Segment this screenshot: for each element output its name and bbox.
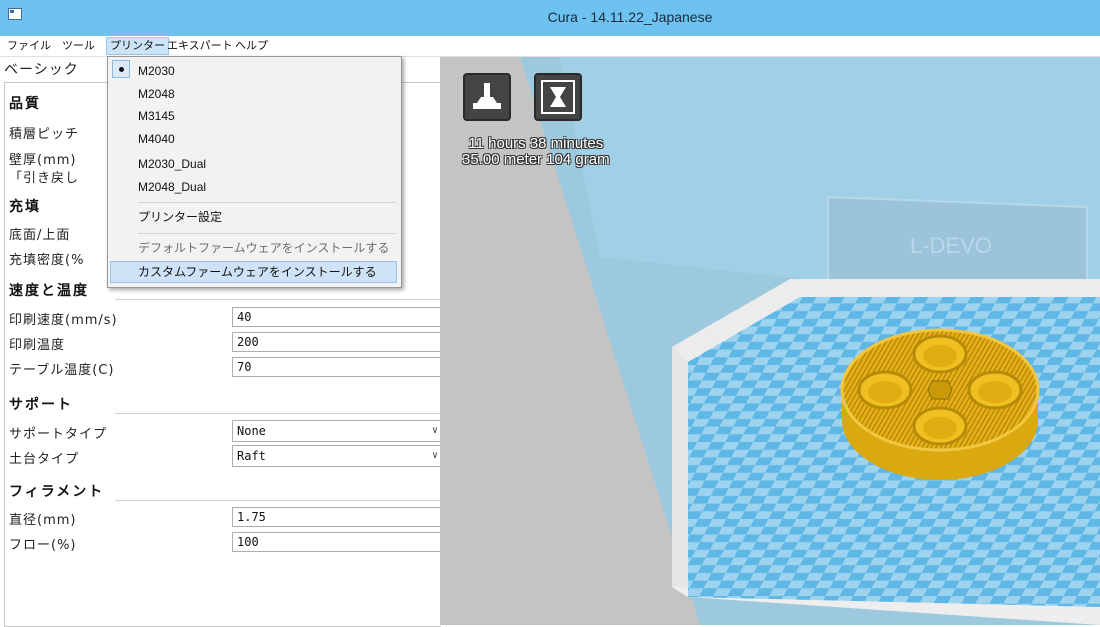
load-model-button[interactable] xyxy=(463,73,511,121)
section-support-title: サポート xyxy=(9,397,73,413)
print-material: 35.00 meter 104 gram xyxy=(462,151,610,168)
title-bar: Cura - 14.11.22_Japanese xyxy=(0,0,1100,36)
hourglass-icon xyxy=(541,80,575,114)
shell-thickness-label: 壁厚(mm) xyxy=(9,153,77,168)
back-wall-text: L-DEVO xyxy=(910,233,992,258)
menu-item-m2030[interactable]: M2030 xyxy=(138,60,175,82)
section-divider xyxy=(115,500,445,501)
menu-item-m2048-dual[interactable]: M2048_Dual xyxy=(138,176,206,198)
print-temp-label: 印刷温度 xyxy=(9,338,66,353)
diameter-input[interactable]: 1.75 xyxy=(232,507,445,527)
menu-item-m3145[interactable]: M3145 xyxy=(138,105,175,127)
3d-viewport[interactable]: L-DEVO 11 hours 38 minutes 35.00 meter 1… xyxy=(440,57,1100,625)
section-quality-title: 品質 xyxy=(9,96,41,112)
menu-item-m2030-dual[interactable]: M2030_Dual xyxy=(138,153,206,175)
section-filament-title: フィラメント xyxy=(9,484,105,500)
menu-help[interactable]: ヘルプ xyxy=(232,38,271,54)
fill-density-label: 充填密度(% xyxy=(9,253,85,268)
platform-adhesion-label: 土台タイプ xyxy=(9,452,80,467)
chevron-down-icon: ∨ xyxy=(431,450,438,461)
diameter-label: 直径(mm) xyxy=(9,513,77,528)
tab-basic[interactable]: ベーシック xyxy=(4,59,104,81)
menu-item-install-custom-firmware[interactable]: カスタムファームウェアをインストールする xyxy=(138,261,377,283)
print-time: 11 hours 38 minutes xyxy=(468,135,604,152)
menu-separator xyxy=(138,233,396,234)
menu-item-m2048[interactable]: M2048 xyxy=(138,83,175,105)
support-type-label: サポートタイプ xyxy=(9,427,108,442)
view-mode-button[interactable] xyxy=(534,73,582,121)
support-type-value: None xyxy=(237,424,266,438)
bed-temp-input[interactable]: 70 xyxy=(232,357,445,377)
retraction-label: 「引き戻し xyxy=(9,171,80,186)
section-speed-title: 速度と温度 xyxy=(9,283,89,299)
platform-adhesion-select[interactable]: Raft ∨ xyxy=(232,445,445,467)
menu-file[interactable]: ファイル xyxy=(4,38,54,54)
bed-temp-label: テーブル温度(C) xyxy=(9,363,115,378)
print-stats: 11 hours 38 minutes 35.00 meter 104 gram xyxy=(462,136,610,168)
platform-adhesion-value: Raft xyxy=(237,449,266,463)
print-temp-input[interactable]: 200 xyxy=(232,332,445,352)
menu-expert[interactable]: エキスパート xyxy=(164,38,236,54)
section-divider xyxy=(115,413,445,414)
menu-tools[interactable]: ツール xyxy=(59,38,98,54)
selected-radio-icon xyxy=(112,60,130,78)
layer-height-label: 積層ピッチ xyxy=(9,127,80,142)
chevron-down-icon: ∨ xyxy=(431,425,438,436)
bottom-top-thickness-label: 底面/上面 xyxy=(9,228,71,243)
flow-input[interactable]: 100 xyxy=(232,532,445,552)
support-type-select[interactable]: None ∨ xyxy=(232,420,445,442)
menu-item-m4040[interactable]: M4040 xyxy=(138,128,175,150)
section-divider xyxy=(115,299,445,300)
flow-label: フロー(%) xyxy=(9,538,77,553)
menu-bar: ファイル ツール プリンター エキスパート ヘルプ xyxy=(0,36,1100,57)
menu-item-install-default-firmware[interactable]: デフォルトファームウェアをインストールする xyxy=(138,237,389,259)
menu-printer[interactable]: プリンター xyxy=(106,37,169,55)
printer-dropdown-menu: M2030 M2048 M3145 M4040 M2030_Dual M2048… xyxy=(107,56,402,288)
menu-separator xyxy=(138,202,396,203)
window-title: Cura - 14.11.22_Japanese xyxy=(547,9,713,25)
print-speed-input[interactable]: 40 xyxy=(232,307,445,327)
menu-item-printer-settings[interactable]: プリンター設定 xyxy=(138,206,222,228)
load-icon xyxy=(473,83,501,109)
print-speed-label: 印刷速度(mm/s) xyxy=(9,313,118,328)
section-fill-title: 充填 xyxy=(9,199,41,215)
